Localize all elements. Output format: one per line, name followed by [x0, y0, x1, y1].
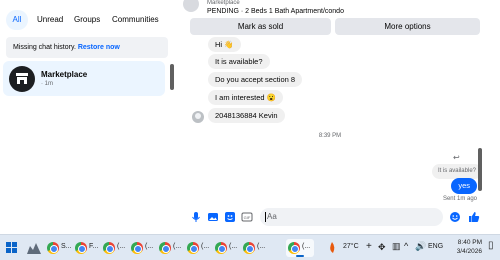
- widgets-icon[interactable]: [26, 240, 42, 255]
- missing-history-text: Missing chat history.: [13, 44, 76, 51]
- taskbar-app-label: (...: [173, 243, 182, 250]
- weather-temperature[interactable]: 27°C: [343, 243, 359, 250]
- filter-bar: All Unread Groups Communities: [0, 10, 175, 30]
- text-caret: [265, 211, 266, 222]
- messenger-window: All Unread Groups Communities Missing ch…: [0, 0, 500, 234]
- marketplace-avatar: [9, 66, 35, 92]
- chrome-icon: [187, 242, 199, 254]
- chat-title[interactable]: Marketplace: [207, 0, 240, 6]
- speaker-icon[interactable]: 🔊: [415, 241, 426, 252]
- svg-text:GIF: GIF: [244, 215, 251, 220]
- taskbar-app-label: (...: [145, 243, 154, 250]
- conversation-item-marketplace[interactable]: Marketplace · 1m: [3, 61, 165, 96]
- image-icon[interactable]: [207, 211, 219, 223]
- taskbar-app-label: (...: [302, 243, 311, 250]
- conversation-time: · 1m: [41, 81, 53, 87]
- taskbar-app-label: S...: [61, 243, 72, 250]
- chrome-icon: [243, 242, 255, 254]
- taskbar-app-label: F...: [89, 243, 99, 250]
- chrome-icon: [215, 242, 227, 254]
- reply-icon: ↩: [453, 153, 460, 162]
- message-bubble[interactable]: Hi 👋: [208, 37, 241, 52]
- taskbar-app-label: (...: [117, 243, 126, 250]
- taskbar-app[interactable]: (...: [213, 239, 241, 257]
- clock-time: 8:40 PM: [457, 239, 482, 246]
- sticker-icon[interactable]: [224, 211, 236, 223]
- chat-list-panel: All Unread Groups Communities Missing ch…: [0, 0, 175, 234]
- conversation-name: Marketplace: [41, 70, 88, 79]
- missing-history-notice: Missing chat history. Restore now: [6, 37, 168, 58]
- filter-groups[interactable]: Groups: [67, 10, 107, 30]
- gif-icon[interactable]: GIF: [241, 211, 253, 223]
- taskbar-app[interactable]: (...: [185, 239, 213, 257]
- taskbar-app-label: (...: [201, 243, 210, 250]
- mark-as-sold-button[interactable]: Mark as sold: [190, 18, 331, 35]
- chrome-icon: [159, 242, 171, 254]
- message-input[interactable]: Aa: [260, 208, 443, 226]
- chrome-icon: [288, 242, 300, 254]
- taskbar-app-label: (...: [257, 243, 266, 250]
- message-bubble[interactable]: I am interested 😮: [208, 90, 284, 105]
- message-bubble[interactable]: Do you accept section 8: [208, 72, 303, 87]
- windows-taskbar: S... F... (... (... (... (... (... (... …: [0, 234, 500, 260]
- taskbar-app-active[interactable]: (...: [286, 239, 314, 257]
- taskbar-app[interactable]: F...: [73, 239, 101, 257]
- microphone-icon[interactable]: [190, 211, 202, 223]
- taskbar-app[interactable]: S...: [45, 239, 73, 257]
- chrome-icon: [47, 242, 59, 254]
- taskbar-app[interactable]: (...: [241, 239, 269, 257]
- sent-status: Sent 1m ago: [442, 196, 477, 202]
- chart-icon[interactable]: ▥: [392, 241, 401, 252]
- taskbar-app[interactable]: (...: [157, 239, 185, 257]
- restore-now-link[interactable]: Restore now: [78, 44, 120, 51]
- chat-scrollbar[interactable]: [478, 148, 482, 191]
- message-timestamp: 8:39 PM: [318, 133, 342, 139]
- emoji-icon[interactable]: [449, 211, 461, 223]
- filter-all[interactable]: All: [6, 10, 28, 30]
- sender-avatar[interactable]: [192, 111, 204, 123]
- arrows-icon[interactable]: ✥: [378, 242, 386, 253]
- my-message-bubble[interactable]: yes: [451, 178, 477, 194]
- notifications-icon[interactable]: ▯: [488, 240, 494, 251]
- weather-icon[interactable]: [326, 241, 338, 254]
- plus-icon[interactable]: +: [366, 241, 372, 252]
- like-icon[interactable]: [468, 211, 480, 223]
- chrome-icon: [131, 242, 143, 254]
- filter-communities[interactable]: Communities: [105, 10, 166, 30]
- composer: GIF Aa: [180, 206, 500, 230]
- chat-list-scrollbar[interactable]: [170, 64, 174, 90]
- more-options-button[interactable]: More options: [335, 18, 480, 35]
- listing-status: PENDING · 2 Beds 1 Bath Apartment/condo: [207, 8, 344, 15]
- chrome-icon: [103, 242, 115, 254]
- chat-panel: Marketplace PENDING · 2 Beds 1 Bath Apar…: [180, 0, 500, 234]
- clock-date: 3/4/2026: [456, 248, 482, 255]
- filter-unread[interactable]: Unread: [30, 10, 70, 30]
- message-input-placeholder: Aa: [267, 212, 277, 221]
- message-bubble[interactable]: It is available?: [208, 54, 270, 69]
- shop-icon: [16, 73, 28, 84]
- message-bubble[interactable]: 2048136884 Kevin: [208, 108, 285, 123]
- taskbar-app[interactable]: (...: [101, 239, 129, 257]
- listing-thumbnail[interactable]: [183, 0, 199, 12]
- chrome-icon: [75, 242, 87, 254]
- taskbar-app[interactable]: (...: [129, 239, 157, 257]
- taskbar-app-label: (...: [229, 243, 238, 250]
- quoted-message[interactable]: It is available?: [431, 164, 482, 179]
- windows-start-icon[interactable]: [6, 242, 17, 253]
- system-clock[interactable]: 8:40 PM 3/4/2026: [440, 238, 482, 256]
- up-chevron-icon[interactable]: ^: [404, 241, 408, 251]
